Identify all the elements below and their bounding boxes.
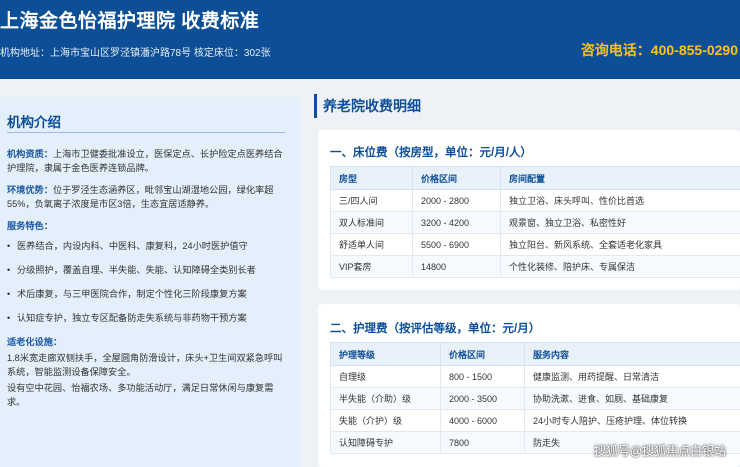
fee-section-title: 养老院收费明细 — [314, 94, 421, 118]
column-header: 服务内容 — [524, 342, 740, 366]
facilities-text-2: 设有空中花园、怡福农场、多功能活动厅，满足日常休闲与康复需求。 — [7, 383, 274, 407]
table-row: 双人标准间 3200 - 4200 观景窗、独立卫浴、私密性好 — [330, 211, 740, 234]
page-title: 上海金色怡福护理院 收费标准 — [0, 11, 260, 32]
intro-divider — [7, 132, 285, 133]
bullet-icon: • — [7, 241, 11, 251]
table-header-row: 房型 价格区间 房间配置 — [330, 166, 740, 190]
list-item: • 医养结合，内设内科、中医科、康复科，24小时医护值守 — [7, 241, 248, 251]
list-item: • 认知症专护，独立专区配备防走失系统与非药物干预方案 — [7, 313, 247, 323]
bullet-icon: • — [7, 289, 11, 299]
fee-details-panel: 养老院收费明细 一、床位费（按房型，单位：元/月/人） 房型 价格区间 房间配置… — [314, 84, 740, 467]
intro-heading: 机构介绍 — [7, 115, 61, 130]
bed-fee-heading: 一、床位费（按房型，单位：元/月/人） — [330, 147, 532, 159]
institution-address: 机构地址：上海市宝山区罗泾镇潘沪路78号 核定床位：302张 — [0, 48, 271, 59]
column-header: 护理等级 — [330, 342, 441, 366]
features-list: • 医养结合，内设内科、中医科、康复科，24小时医护值守 • 分级照护，覆盖自理、半… — [7, 239, 289, 325]
column-header: 房型 — [330, 166, 413, 190]
table-row: 失能（介护）级 4000 - 6000 24小时专人陪护、压疮护理、体位转换 — [330, 409, 740, 432]
institution-intro-panel: 机构介绍 机构资质：上海市卫健委批准设立，医保定点、长护险定点医养结合护理院，隶… — [0, 97, 300, 467]
column-header: 价格区间 — [440, 342, 525, 366]
table-row: 自理级 800 - 1500 健康监测、用药提醒、日常清洁 — [330, 365, 740, 388]
column-header: 价格区间 — [412, 166, 501, 190]
care-fee-table: 护理等级 价格区间 服务内容 自理级 800 - 1500 健康监测、用药提醒、… — [330, 342, 740, 454]
care-fee-heading: 二、护理费（按评估等级，单位：元/月） — [330, 323, 541, 335]
qualification-label: 机构资质： — [7, 149, 53, 159]
page-header: 上海金色怡福护理院 收费标准 机构地址：上海市宝山区罗泾镇潘沪路78号 核定床位… — [0, 0, 740, 79]
consult-phone: 咨询电话：400-855-0290 — [580, 42, 738, 58]
table-row: 半失能（介助）级 2000 - 3500 协助洗漱、进食、如厕、基础康复 — [330, 387, 740, 410]
table-header-row: 护理等级 价格区间 服务内容 — [330, 342, 740, 366]
features-label: 服务特色： — [7, 221, 53, 231]
source-watermark: 搜狐号@搜狐焦点白银站 — [593, 444, 726, 458]
bed-fee-table: 房型 价格区间 房间配置 三/四人间 2000 - 2800 独立卫浴、床头呼叫… — [330, 166, 740, 278]
table-row: 舒适单人间 5500 - 6900 独立阳台、新风系统、全套适老化家具 — [330, 233, 740, 256]
bed-fee-card: 一、床位费（按房型，单位：元/月/人） 房型 价格区间 房间配置 三/四人间 2… — [318, 130, 740, 290]
column-header: 房间配置 — [500, 166, 740, 190]
list-item: • 分级照护，覆盖自理、半失能、失能、认知障碍全类别长者 — [7, 265, 256, 275]
facilities-text: 1.8米宽走廊双侧扶手，全屋圆角防滑设计，床头+卫生间双紧急呼叫系统，智能监测设… — [7, 353, 283, 377]
environment-paragraph: 环境优势：位于罗泾生态涵养区，毗邻宝山湖湿地公园，绿化率超55%，负氧离子浓度是… — [7, 183, 289, 211]
facilities-label: 适老化设施： — [7, 337, 63, 347]
table-row: 三/四人间 2000 - 2800 独立卫浴、床头呼叫、性价比首选 — [330, 189, 740, 212]
list-item: • 术后康复，与三甲医院合作，制定个性化三阶段康复方案 — [7, 289, 247, 299]
environment-label: 环境优势： — [7, 185, 53, 195]
table-row: VIP套房 14800 个性化装修、陪护床、专属保洁 — [330, 255, 740, 278]
bullet-icon: • — [7, 313, 11, 323]
intro-body: 机构资质：上海市卫健委批准设立，医保定点、长护险定点医养结合护理院，隶属于金色医… — [7, 147, 289, 417]
qualification-paragraph: 机构资质：上海市卫健委批准设立，医保定点、长护险定点医养结合护理院，隶属于金色医… — [7, 147, 289, 175]
bullet-icon: • — [7, 265, 11, 275]
